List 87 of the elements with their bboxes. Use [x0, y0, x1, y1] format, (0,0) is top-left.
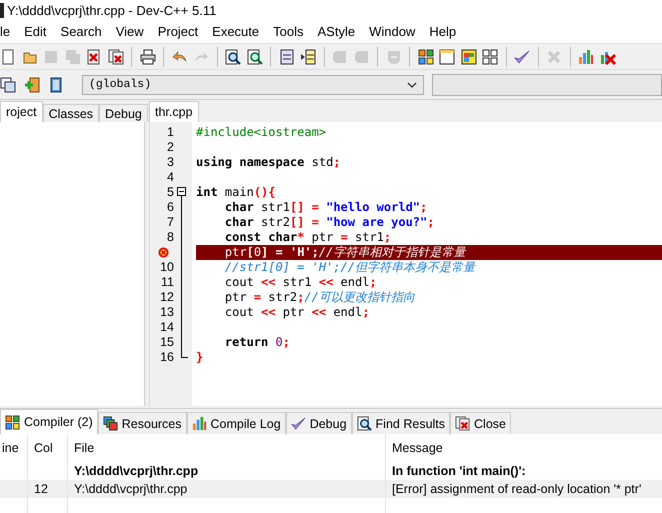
- tiles-icon[interactable]: [460, 48, 476, 64]
- table-cell: Y:\dddd\vcprj\thr.cpp: [74, 464, 198, 478]
- grid-icon[interactable]: [418, 48, 434, 64]
- tiles-icon: [102, 416, 118, 431]
- panel-tab[interactable]: Classes: [42, 104, 100, 122]
- code-editor[interactable]: [149, 122, 662, 406]
- menu-item[interactable]: Project: [150, 24, 206, 39]
- close-file-icon[interactable]: [86, 48, 102, 64]
- code-line: //str1[0] = 'H';//但字符串本身不是常量: [224, 260, 477, 275]
- check-icon[interactable]: [514, 48, 530, 64]
- window-title: Y:\dddd\vcprj\thr.cpp - Dev-C++ 5.11: [7, 2, 216, 18]
- panel-tab[interactable]: Debug: [99, 104, 148, 122]
- grid-icon[interactable]: [482, 48, 498, 64]
- code-line: using namespace std;: [196, 155, 342, 170]
- output-tab[interactable]: Find Results: [352, 412, 450, 434]
- table-cell: Y:\dddd\vcprj\thr.cpp: [74, 482, 188, 496]
- code-line: const char* ptr = str1;: [224, 230, 392, 245]
- line-number: 16: [160, 350, 174, 365]
- chevron-icon: [407, 80, 417, 88]
- table-cell: In function 'int main()':: [392, 464, 526, 478]
- code-line: }: [196, 350, 204, 365]
- printer-icon[interactable]: [140, 48, 156, 64]
- menu-item[interactable]: Help: [422, 24, 464, 39]
- indent-icon[interactable]: [278, 48, 294, 64]
- menu-item[interactable]: le: [0, 24, 18, 39]
- line-number: 2: [167, 140, 174, 155]
- fold-end-line: [181, 350, 188, 358]
- bar-chart-icon: [192, 416, 207, 431]
- file-tab[interactable]: thr.cpp: [149, 101, 199, 122]
- code-line: char str1[] = "hello world";: [224, 200, 428, 215]
- column-header[interactable]: Col: [27, 434, 67, 462]
- document-icon[interactable]: [0, 48, 16, 64]
- grid-icon: [5, 414, 20, 430]
- output-tab[interactable]: Resources: [98, 412, 187, 434]
- line-number: 12: [160, 290, 174, 305]
- column-header[interactable]: Message: [385, 434, 662, 462]
- code-line: cout << str1 << endl;: [224, 275, 378, 290]
- scope-dropdown[interactable]: (globals): [82, 74, 424, 94]
- panel-tab[interactable]: roject: [0, 101, 43, 122]
- line-number: 3: [167, 155, 174, 170]
- unindent-icon[interactable]: [300, 48, 316, 64]
- table-cell: [Error] assignment of read-only location '* ptr': [392, 482, 642, 496]
- code-line: cout << ptr << endl;: [224, 305, 370, 320]
- line-number: 13: [160, 305, 174, 320]
- line-number: 8: [167, 230, 174, 245]
- line-number: 1: [167, 125, 174, 140]
- add-icon[interactable]: [24, 76, 40, 92]
- code-line: return 0;: [224, 335, 291, 350]
- output-tab[interactable]: Debug: [286, 412, 352, 434]
- column-header[interactable]: ine: [0, 434, 27, 462]
- close-files-icon[interactable]: [108, 48, 124, 64]
- search-icon: [356, 416, 372, 431]
- output-tab[interactable]: Compiler (2): [0, 409, 98, 434]
- menu-item[interactable]: Tools: [266, 24, 310, 39]
- app-icon: [0, 2, 4, 18]
- menu-item[interactable]: Window: [362, 24, 422, 39]
- book-icon[interactable]: [48, 76, 64, 92]
- line-number: 5: [167, 185, 174, 200]
- output-tab[interactable]: Close: [450, 412, 511, 434]
- code-line: #include<iostream>: [196, 125, 328, 140]
- code-line: int main(){: [196, 185, 277, 200]
- menu-item[interactable]: Search: [54, 24, 109, 39]
- search-icon[interactable]: [225, 48, 241, 64]
- output-tab[interactable]: Compile Log: [186, 412, 286, 434]
- message-row[interactable]: 12 Y:\dddd\vcprj\thr.cpp [Error] assignment of read-only location '* ptr': [0, 480, 662, 498]
- menu-item[interactable]: AStyle: [310, 24, 362, 39]
- code-line: char str2[] = "how are you?";: [224, 215, 436, 230]
- bar-chart-icon[interactable]: [578, 48, 594, 64]
- menu-item[interactable]: Execute: [205, 24, 266, 39]
- menu-item[interactable]: View: [108, 24, 151, 39]
- stack-icon[interactable]: [0, 76, 16, 92]
- line-number: 7: [167, 215, 174, 230]
- code-line: ptr = str2;//可以更改指针指向: [224, 290, 416, 305]
- line-number: 14: [160, 320, 174, 335]
- line-number: 11: [161, 275, 174, 290]
- line-number: 15: [160, 335, 174, 350]
- menu-item[interactable]: Edit: [17, 24, 54, 39]
- fold-toggle[interactable]: [177, 187, 186, 196]
- line-number: 4: [167, 170, 174, 185]
- column-header[interactable]: File: [67, 434, 385, 462]
- line-number: 10: [160, 260, 174, 275]
- replace-icon[interactable]: [246, 48, 262, 64]
- check-icon: [290, 416, 306, 431]
- window-icon[interactable]: [439, 48, 455, 64]
- line-number: 6: [167, 200, 174, 215]
- close-files-icon: [455, 416, 470, 431]
- table-cell: 12: [34, 482, 48, 496]
